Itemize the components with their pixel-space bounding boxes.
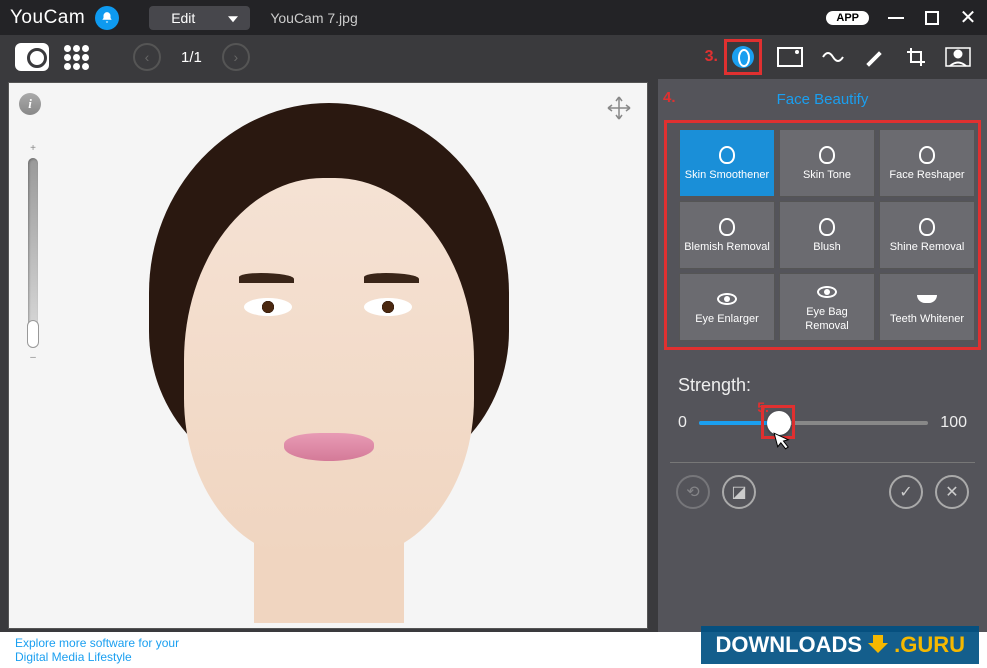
minimize-button[interactable] <box>887 9 905 27</box>
photo-content <box>109 103 549 613</box>
maximize-button[interactable] <box>923 9 941 27</box>
face-icon <box>732 46 754 68</box>
zoom-slider[interactable]: + – <box>27 143 39 363</box>
title-bar: YouCam Edit YouCam 7.jpg APP ✕ <box>0 0 987 35</box>
library-grid-button[interactable] <box>59 42 93 72</box>
app-title: YouCam <box>10 7 85 29</box>
tool-eye-bag-removal[interactable]: Eye Bag Removal <box>779 273 875 341</box>
beautify-tool-grid: Skin Smoothener Skin Tone Face Reshaper Ble… <box>664 120 981 350</box>
tool-label: Blemish Removal <box>684 241 770 254</box>
tool-label: Skin Smoothener <box>685 169 769 182</box>
notifications-bell-icon[interactable] <box>95 6 119 30</box>
head-icon <box>916 216 938 238</box>
slider-max: 100 <box>940 414 967 432</box>
image-canvas[interactable]: i + – <box>8 82 648 629</box>
tool-blush[interactable]: Blush <box>779 201 875 269</box>
eye-icon <box>816 281 838 303</box>
brush-tool-button[interactable] <box>860 46 888 68</box>
image-viewer: i + – <box>0 79 658 632</box>
tool-label: Blush <box>813 241 841 254</box>
prev-image-button[interactable]: ‹ <box>133 43 161 71</box>
annotation-3: 3. <box>705 48 718 66</box>
head-icon <box>716 216 738 238</box>
app-badge[interactable]: APP <box>826 11 869 25</box>
next-image-button[interactable]: › <box>222 43 250 71</box>
eye-icon <box>716 288 738 310</box>
panel-title[interactable]: Face Beautify <box>658 79 987 120</box>
head-icon <box>816 216 838 238</box>
compare-button[interactable]: ◪ <box>722 475 756 509</box>
tool-teeth-whitener[interactable]: Teeth Whitener <box>879 273 975 341</box>
effects-tool-button[interactable] <box>818 46 846 68</box>
filename-label: YouCam 7.jpg <box>270 10 357 26</box>
pager-label: 1/1 <box>181 49 202 66</box>
crop-tool-button[interactable] <box>902 46 930 68</box>
tool-label: Shine Removal <box>890 241 965 254</box>
frame-tool-button[interactable] <box>776 46 804 68</box>
panel-separator <box>670 462 975 463</box>
action-row: ⟲ ◪ ✓ ✕ <box>658 475 987 517</box>
apply-button[interactable]: ✓ <box>889 475 923 509</box>
footer-line2[interactable]: Digital Media Lifestyle <box>15 650 132 664</box>
right-panel: 4. Face Beautify Skin Smoothener Skin Ton… <box>658 79 987 632</box>
zoom-plus-label: + <box>27 143 39 154</box>
zoom-minus-label: – <box>27 352 39 363</box>
capture-button[interactable] <box>15 42 49 72</box>
tool-shine-removal[interactable]: Shine Removal <box>879 201 975 269</box>
download-arrow-icon <box>868 635 888 655</box>
toolbar: ‹ 1/1 › 3. <box>0 35 987 79</box>
reset-button: ⟲ <box>676 475 710 509</box>
tool-label: Eye Bag Removal <box>784 306 870 332</box>
watermark-right: GURU <box>900 632 965 657</box>
teeth-icon <box>916 288 938 310</box>
close-button[interactable]: ✕ <box>959 9 977 27</box>
watermark: DOWNLOADS .GURU <box>701 626 979 664</box>
mode-label: Edit <box>171 10 195 26</box>
main-area: i + – 4. Face Beautify Skin SmoothenerSk… <box>0 79 987 632</box>
slider-track[interactable]: 5. <box>699 421 928 425</box>
tool-eye-enlarger[interactable]: Eye Enlarger <box>679 273 775 341</box>
tool-label: Skin Tone <box>803 169 851 182</box>
tool-label: Teeth Whitener <box>890 313 964 326</box>
tool-blemish-removal[interactable]: Blemish Removal <box>679 201 775 269</box>
strength-section: Strength: 0 5. 100 <box>658 350 987 442</box>
pan-handle-icon[interactable] <box>606 95 632 121</box>
head-icon <box>816 144 838 166</box>
strength-label: Strength: <box>678 375 967 396</box>
annotation-4: 4. <box>663 89 676 106</box>
zoom-handle[interactable] <box>27 320 39 348</box>
face-beautify-tool-button[interactable] <box>724 39 762 75</box>
grid-icon <box>64 45 89 70</box>
cancel-button[interactable]: ✕ <box>935 475 969 509</box>
tool-label: Eye Enlarger <box>695 313 759 326</box>
watermark-left: DOWNLOADS <box>715 632 862 658</box>
mode-dropdown[interactable]: Edit <box>149 6 250 30</box>
strength-slider[interactable]: 0 5. 100 <box>678 414 967 432</box>
slider-min: 0 <box>678 414 687 432</box>
camera-icon <box>15 43 49 71</box>
footer-line1[interactable]: Explore more software for your <box>15 636 179 650</box>
footer: Explore more software for your Digital M… <box>0 632 987 668</box>
tool-label: Face Reshaper <box>889 169 964 182</box>
head-icon <box>716 144 738 166</box>
info-button[interactable]: i <box>19 93 41 115</box>
tool-skin-tone[interactable]: Skin Tone <box>779 129 875 197</box>
tool-skin-smoothener[interactable]: Skin Smoothener <box>679 129 775 197</box>
people-tag-tool-button[interactable] <box>944 46 972 68</box>
head-icon <box>916 144 938 166</box>
tool-face-reshaper[interactable]: Face Reshaper <box>879 129 975 197</box>
